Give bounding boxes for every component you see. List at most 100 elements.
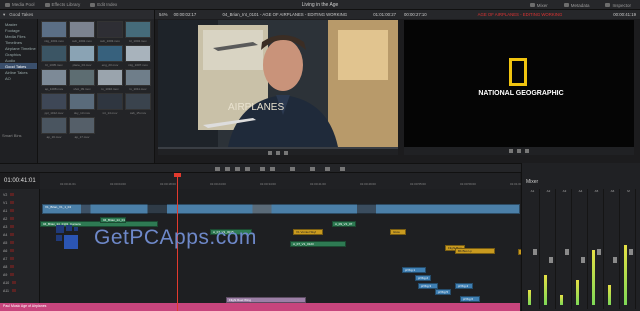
zoom-level[interactable]: 54% <box>159 12 168 17</box>
track-header[interactable]: A1 <box>0 207 40 214</box>
record-arm-icon[interactable] <box>10 209 15 212</box>
volume-fader[interactable] <box>565 249 569 255</box>
timeline-clip[interactable]: A_07_V1_0123 <box>290 241 346 247</box>
clip-thumbnail[interactable] <box>125 45 151 62</box>
track-header[interactable]: A9 <box>0 271 40 278</box>
clip-thumbnail[interactable] <box>41 45 67 62</box>
track-header[interactable]: A6 <box>0 247 40 254</box>
record-arm-icon[interactable] <box>12 281 17 284</box>
record-arm-icon[interactable] <box>10 233 15 236</box>
track-header[interactable]: A7 <box>0 255 40 262</box>
timeline-timecode[interactable]: 01:00:41:01 <box>4 178 36 184</box>
record-arm-icon[interactable] <box>11 289 16 292</box>
level-meter <box>576 280 579 305</box>
timeline-clip[interactable]: pf fbg 2 <box>415 275 431 281</box>
track-header[interactable]: A8 <box>0 263 40 270</box>
clip-thumbnail[interactable] <box>69 93 95 110</box>
inspector-icon <box>605 3 611 7</box>
record-arm-icon[interactable] <box>10 225 15 228</box>
record-arm-icon[interactable] <box>10 217 15 220</box>
record-arm-icon[interactable] <box>10 257 15 260</box>
source-viewer[interactable]: AIRPLANES <box>158 20 398 155</box>
mixer-tab[interactable]: Mixer <box>525 0 553 10</box>
chevron-down-icon[interactable]: ▾ <box>3 12 5 18</box>
clip-thumbnail[interactable] <box>125 69 151 86</box>
track-name: A3 <box>3 224 8 229</box>
record-arm-icon[interactable] <box>10 241 15 244</box>
clip-thumbnail[interactable] <box>41 93 67 110</box>
program-viewer[interactable]: NATIONAL GEOGRAPHIC <box>404 20 634 155</box>
audio-mixer: Mixer A1 A2 A3 A4 A5 A6 M <box>521 163 640 311</box>
timeline-clip[interactable]: V1 Vomiel Skyl <box>293 229 323 235</box>
record-arm-icon[interactable] <box>10 273 15 276</box>
track-header[interactable]: A10 <box>0 279 40 286</box>
timeline-clip[interactable]: pf fbg 1 <box>402 267 426 273</box>
clip-thumbnail-label: sky_13.mov <box>73 111 90 115</box>
inspector-tab[interactable]: Inspector <box>600 0 636 10</box>
volume-fader[interactable] <box>613 257 617 263</box>
clip-thumbnail[interactable] <box>97 45 123 62</box>
media-pool-header: ▾ Good Takes <box>0 10 154 19</box>
record-arm-icon[interactable] <box>10 249 15 252</box>
clip-thumbnail[interactable] <box>125 21 151 38</box>
record-arm-icon[interactable] <box>10 201 15 204</box>
edit-index-tab[interactable]: Edit Index <box>85 0 122 10</box>
clip-thumbnail[interactable] <box>97 69 123 86</box>
next-frame-icon[interactable] <box>284 151 288 155</box>
prev-frame-icon[interactable] <box>509 149 513 153</box>
clip-thumbnail[interactable] <box>97 93 123 110</box>
ruler-tick-label: 01:00:59:00 <box>460 182 476 186</box>
timeline-clip[interactable]: Bb Bus Lp <box>455 248 495 254</box>
prev-frame-icon[interactable] <box>268 151 272 155</box>
bin-item[interactable]: Airplane Timeline <box>0 45 37 51</box>
bin-item[interactable]: AO <box>0 75 37 81</box>
track-header[interactable]: V2 <box>0 191 40 198</box>
volume-fader[interactable] <box>629 249 633 255</box>
ruler-tick-label: 01:00:55:00 <box>410 182 426 186</box>
track-header[interactable]: A11 <box>0 287 40 294</box>
effects-library-tab[interactable]: Effects Library <box>40 0 86 10</box>
mixer-channel: A6 <box>606 189 620 309</box>
clip-thumbnail[interactable] <box>125 93 151 110</box>
metadata-tab[interactable]: Metadata <box>559 0 595 10</box>
clip-thumbnail-label: ap_16.mov <box>46 135 62 139</box>
media-pool-title: Good Takes <box>9 12 34 17</box>
track-header[interactable]: V1 <box>0 199 40 206</box>
clip-thumbnail[interactable] <box>97 21 123 38</box>
clip-thumbnail[interactable] <box>69 69 95 86</box>
clip-thumbnail[interactable] <box>41 21 67 38</box>
track-header[interactable]: A2 <box>0 215 40 222</box>
volume-fader[interactable] <box>533 249 537 255</box>
track-header[interactable]: A4 <box>0 231 40 238</box>
timeline-clip[interactable]: Glow <box>390 229 406 235</box>
clip-thumbnail[interactable] <box>69 21 95 38</box>
volume-fader[interactable] <box>597 249 601 255</box>
mixer-icon <box>529 3 535 7</box>
mixer-channel: A2 <box>542 189 556 309</box>
media-pool-tab[interactable]: Media Pool <box>0 0 40 10</box>
record-arm-icon[interactable] <box>10 193 15 196</box>
music-clip[interactable]: Paul Music Age of Airplanes <box>0 303 520 311</box>
track-name: V2 <box>3 192 8 197</box>
timeline-ruler[interactable]: 01:00:41:01 01:00:04:00 01:00:18:00 01:00:2… <box>40 173 526 189</box>
volume-fader[interactable] <box>549 257 553 263</box>
clip-thumbnail[interactable] <box>41 69 67 86</box>
timeline-clip[interactable]: pf fbg 5 <box>435 289 451 295</box>
clip-thumbnail[interactable] <box>69 117 95 134</box>
playhead-handle[interactable] <box>174 173 181 177</box>
timeline-clip[interactable]: pf fbg 4 <box>455 283 473 289</box>
timeline-clip[interactable]: A_09_V1_07 <box>332 221 356 227</box>
play-icon[interactable] <box>276 151 280 155</box>
timeline-clip[interactable]: pf fbg 6 <box>460 296 480 302</box>
ruler-tick-label: 01:00:34:00 <box>260 182 276 186</box>
record-arm-icon[interactable] <box>10 265 15 268</box>
clip-thumbnail[interactable] <box>41 117 67 134</box>
interview-frame: AIRPLANES <box>158 20 398 147</box>
track-header[interactable]: A5 <box>0 239 40 246</box>
clip-thumbnail[interactable] <box>69 45 95 62</box>
volume-fader[interactable] <box>581 257 585 263</box>
next-frame-icon[interactable] <box>525 149 529 153</box>
video-clip[interactable]: V1_Brian_V1_1_04 <box>42 204 520 214</box>
play-icon[interactable] <box>517 149 521 153</box>
track-header[interactable]: A3 <box>0 223 40 230</box>
